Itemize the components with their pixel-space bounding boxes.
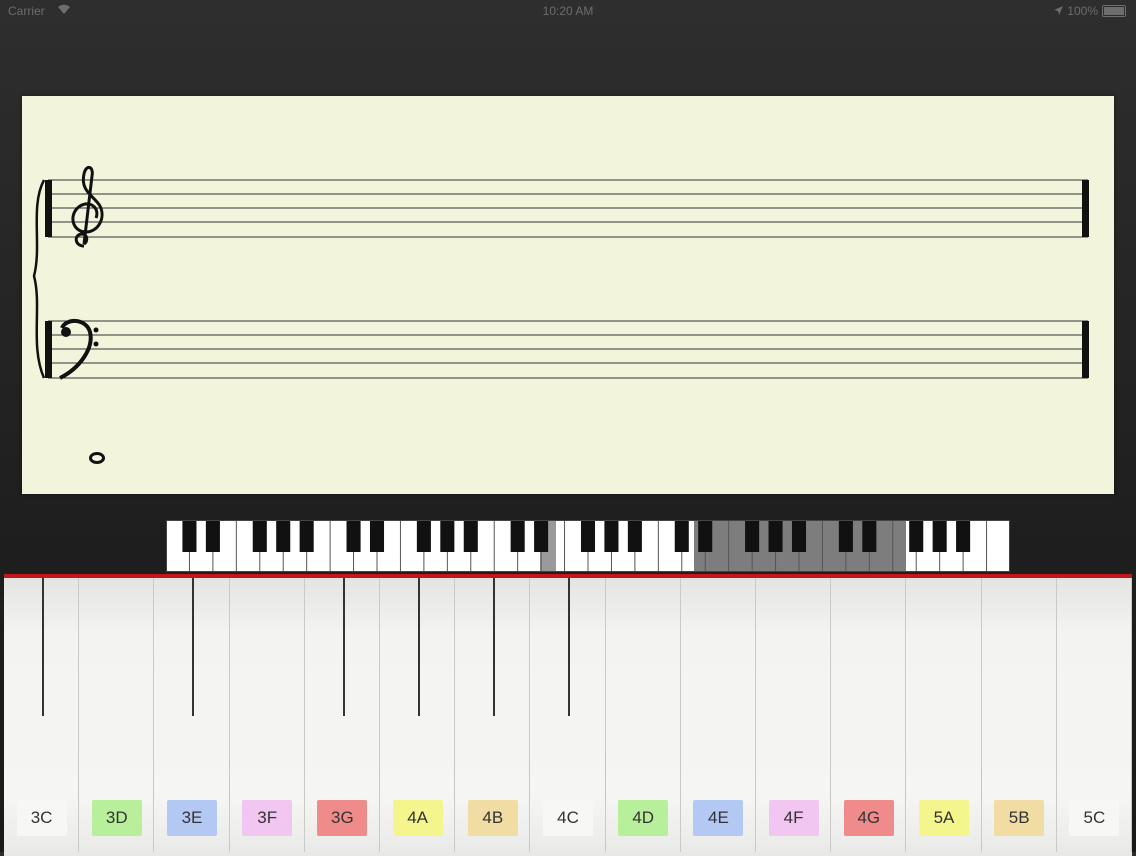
key-label: 4E [693, 800, 744, 836]
mini-black-key [791, 520, 807, 552]
mini-black-key [862, 520, 877, 552]
piano-key-3f[interactable]: 3F [229, 578, 305, 852]
key-label: 3F [242, 800, 293, 836]
key-label: 5C [1069, 800, 1120, 836]
mini-black-key [276, 520, 291, 552]
mini-black-key [674, 520, 689, 552]
mini-black-key [534, 520, 549, 552]
keyboard-range-selector[interactable] [166, 520, 1010, 572]
mini-black-key [745, 520, 760, 552]
mini-black-key [416, 520, 431, 552]
grand-staff-brace [32, 179, 46, 379]
mini-black-key [252, 520, 267, 552]
black-key-edge [42, 578, 44, 716]
piano-key-4f[interactable]: 4F [756, 578, 832, 852]
key-label: 4D [618, 800, 669, 836]
piano-key-4e[interactable]: 4E [680, 578, 756, 852]
status-bar: Carrier 10:20 AM 100% [0, 0, 1136, 22]
key-label: 4C [542, 800, 593, 836]
treble-clef-icon [71, 166, 104, 248]
key-label: 5A [918, 800, 969, 836]
key-label: 4B [467, 800, 518, 836]
location-arrow-icon [1054, 4, 1064, 18]
status-time: 10:20 AM [542, 4, 594, 18]
black-key-edge [343, 578, 345, 716]
key-label: 4A [392, 800, 443, 836]
mini-black-key [838, 520, 853, 552]
piano-key-5a[interactable]: 5A [906, 578, 982, 852]
mini-black-key [956, 520, 971, 552]
mini-black-key [698, 520, 713, 552]
piano-keyboard: 3C 3D 3E 3F 3G 4A 4B 4C 4D 4E 4F 4G 5A 5B 5C [4, 574, 1132, 856]
mini-black-key [440, 520, 455, 552]
key-label: 5B [994, 800, 1045, 836]
bass-staff [48, 320, 1088, 379]
piano-key-5b[interactable]: 5B [981, 578, 1057, 852]
battery-icon [1102, 5, 1126, 17]
piano-key-4d[interactable]: 4D [605, 578, 681, 852]
mini-black-key [768, 520, 783, 552]
mini-black-key [182, 520, 197, 552]
mini-black-key [627, 520, 642, 552]
key-label: 4G [843, 800, 894, 836]
treble-staff [48, 179, 1088, 238]
key-label: 3G [317, 800, 368, 836]
mini-black-key [369, 520, 385, 552]
key-label: 3C [16, 800, 67, 836]
piano-key-5c[interactable]: 5C [1056, 578, 1132, 852]
mini-black-key [932, 520, 947, 552]
key-label: 3D [91, 800, 142, 836]
music-staff [22, 96, 1114, 494]
mini-black-key [299, 520, 314, 552]
piano-key-3d[interactable]: 3D [79, 578, 155, 852]
mini-black-key [510, 520, 525, 552]
mini-black-key [205, 520, 220, 552]
battery-area: 100% [1054, 4, 1126, 18]
mini-black-key [463, 520, 478, 552]
key-label: 3E [166, 800, 217, 836]
piano-key-4g[interactable]: 4G [831, 578, 907, 852]
battery-percent: 100% [1067, 4, 1098, 18]
mini-black-key [346, 520, 361, 552]
whole-note [89, 452, 105, 464]
mini-black-key [604, 520, 619, 552]
black-key-edge [568, 578, 570, 716]
black-key-edge [418, 578, 420, 716]
mini-black-key [909, 520, 924, 552]
black-key-edge [493, 578, 495, 716]
black-key-edge [192, 578, 194, 716]
mini-black-key [580, 520, 596, 552]
key-label: 4F [768, 800, 819, 836]
